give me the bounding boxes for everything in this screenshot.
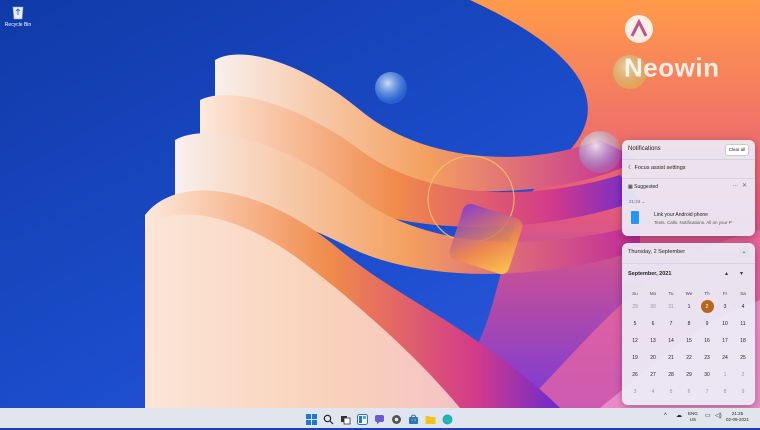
watermark: Neowin	[624, 14, 760, 84]
calendar-day[interactable]: 27	[644, 367, 662, 384]
weekday-label: Th	[704, 291, 710, 296]
task-view-icon[interactable]	[340, 412, 351, 425]
previous-month-arrow-icon[interactable]: ▴	[725, 270, 728, 277]
focus-assist-link[interactable]: ☾ Focus assist settings	[628, 165, 686, 171]
weekday-label: Su	[632, 291, 638, 296]
clear-all-button[interactable]: Clear all	[725, 144, 749, 156]
calendar-day[interactable]: 17	[716, 333, 734, 350]
calendar-day[interactable]: 6	[680, 384, 698, 401]
calendar-day[interactable]: 5	[662, 384, 680, 401]
recycle-bin-label: Recycle Bin	[4, 22, 32, 28]
calendar-day[interactable]: 7	[662, 316, 680, 333]
calendar-day[interactable]: 13	[644, 333, 662, 350]
notifications-title: Notifications	[628, 146, 661, 152]
recycle-bin[interactable]: Recycle Bin	[4, 4, 32, 28]
collapse-chevron-icon[interactable]: ⌄	[739, 247, 749, 257]
calendar-day[interactable]: 21	[662, 350, 680, 367]
watermark-text: Neowin	[624, 52, 720, 83]
calendar-day[interactable]: 19	[626, 350, 644, 367]
calendar-day[interactable]: 30	[644, 299, 662, 316]
calendar-day[interactable]: 1	[716, 367, 734, 384]
calendar-day[interactable]: 16	[698, 333, 716, 350]
show-hidden-icons-chevron-icon[interactable]: ^	[664, 413, 667, 419]
more-icon[interactable]: ···	[733, 183, 739, 189]
calendar-date-header: Thursday, 2 September	[628, 249, 686, 255]
notification-center: Notifications Clear all ☾ Focus assist s…	[622, 140, 755, 236]
calendar-day[interactable]: 4	[734, 299, 752, 316]
notification-time: 21:24 ⌄	[629, 199, 645, 205]
calendar-day[interactable]: 31	[662, 299, 680, 316]
calendar-day[interactable]: 24	[716, 350, 734, 367]
next-month-arrow-icon[interactable]: ▾	[740, 270, 743, 277]
calendar-day[interactable]: 11	[734, 316, 752, 333]
weekday-label: Sa	[740, 291, 746, 296]
phone-link-icon	[631, 211, 639, 224]
calendar-day[interactable]: 29	[680, 367, 698, 384]
windows-icon[interactable]	[306, 412, 317, 425]
calendar-day[interactable]: 2	[734, 367, 752, 384]
calendar-day[interactable]: 29	[626, 299, 644, 316]
language-indicator[interactable]: ENG US	[688, 411, 698, 423]
calendar-day[interactable]: 9	[698, 316, 716, 333]
notification-time-text: 21:24	[629, 199, 641, 204]
calendar-day[interactable]: 26	[626, 367, 644, 384]
taskbar-clock[interactable]: 21:25 02-09-2021	[726, 411, 749, 423]
chat-icon[interactable]	[374, 412, 385, 425]
notification-card-body: Texts. Calls. Notifications. All on your…	[654, 220, 732, 225]
chevron-down-icon[interactable]: ⌄	[642, 199, 646, 204]
weekday-label: Mo	[649, 291, 657, 296]
divider	[622, 178, 755, 179]
calendar-day[interactable]: 8	[680, 316, 698, 333]
weekday-label: Tu	[668, 291, 674, 296]
calendar-day[interactable]: 30	[698, 367, 716, 384]
calendar-day[interactable]: 22	[680, 350, 698, 367]
notification-card-title[interactable]: Link your Android phone	[654, 212, 708, 218]
calendar-flyout: Thursday, 2 September ⌄ September, 2021 …	[622, 243, 755, 405]
calendar-day[interactable]: 3	[716, 299, 734, 316]
calendar-day[interactable]: 5	[626, 316, 644, 333]
language-region: US	[689, 417, 697, 422]
calendar-day[interactable]: 18	[734, 333, 752, 350]
calendar-day[interactable]: 9	[734, 384, 752, 401]
neowin-logo-icon	[624, 14, 654, 51]
suggested-label: Suggested	[634, 184, 659, 190]
calendar-day[interactable]: 10	[716, 316, 734, 333]
onedrive-icon[interactable]: ☁	[676, 413, 682, 419]
settings-icon[interactable]	[391, 412, 402, 424]
dismiss-group[interactable]: ··· ✕	[733, 182, 747, 189]
file-explorer-icon[interactable]	[425, 412, 436, 424]
widgets-icon[interactable]	[357, 412, 368, 425]
close-icon[interactable]: ✕	[742, 183, 747, 189]
calendar-day[interactable]: 6	[644, 316, 662, 333]
taskbar: ^ ☁ ENG US ▭ ◁) 21:25 02-09-2021	[0, 408, 760, 428]
calendar-month-label[interactable]: September, 2021	[628, 271, 671, 277]
divider	[622, 159, 755, 160]
calendar-day[interactable]: 14	[662, 333, 680, 350]
calendar-day[interactable]: 1	[680, 299, 698, 316]
calendar-grid: Su Mo Tu We Th Fr Sa 29 30 31 1 2 3 4 5 6 7 8 9 10 11 12 13 14 1…	[626, 289, 752, 401]
divider	[622, 263, 755, 264]
search-icon[interactable]	[323, 412, 334, 425]
clock-date: 02-09-2021	[726, 417, 750, 422]
calendar-day[interactable]: 20	[644, 350, 662, 367]
weekday-label: We	[685, 291, 693, 296]
calendar-day[interactable]: 7	[698, 384, 716, 401]
volume-icon[interactable]: ◁)	[715, 413, 722, 419]
calendar-day[interactable]: 25	[734, 350, 752, 367]
store-icon[interactable]	[408, 412, 419, 424]
calendar-day-today[interactable]: 2	[698, 299, 716, 316]
calendar-day[interactable]: 23	[698, 350, 716, 367]
network-icon[interactable]: ▭	[705, 413, 711, 419]
calendar-day[interactable]: 28	[662, 367, 680, 384]
calendar-day[interactable]: 3	[626, 384, 644, 401]
weekday-label: Fr	[722, 291, 728, 296]
calendar-day[interactable]: 15	[680, 333, 698, 350]
edge-icon[interactable]	[442, 412, 453, 425]
focus-assist-label: Focus assist settings	[634, 165, 686, 171]
calendar-day[interactable]: 4	[644, 384, 662, 401]
calendar-day[interactable]: 12	[626, 333, 644, 350]
recycle-bin-icon	[11, 4, 25, 20]
suggested-group: ▦ Suggested	[628, 184, 658, 190]
calendar-day[interactable]: 8	[716, 384, 734, 401]
